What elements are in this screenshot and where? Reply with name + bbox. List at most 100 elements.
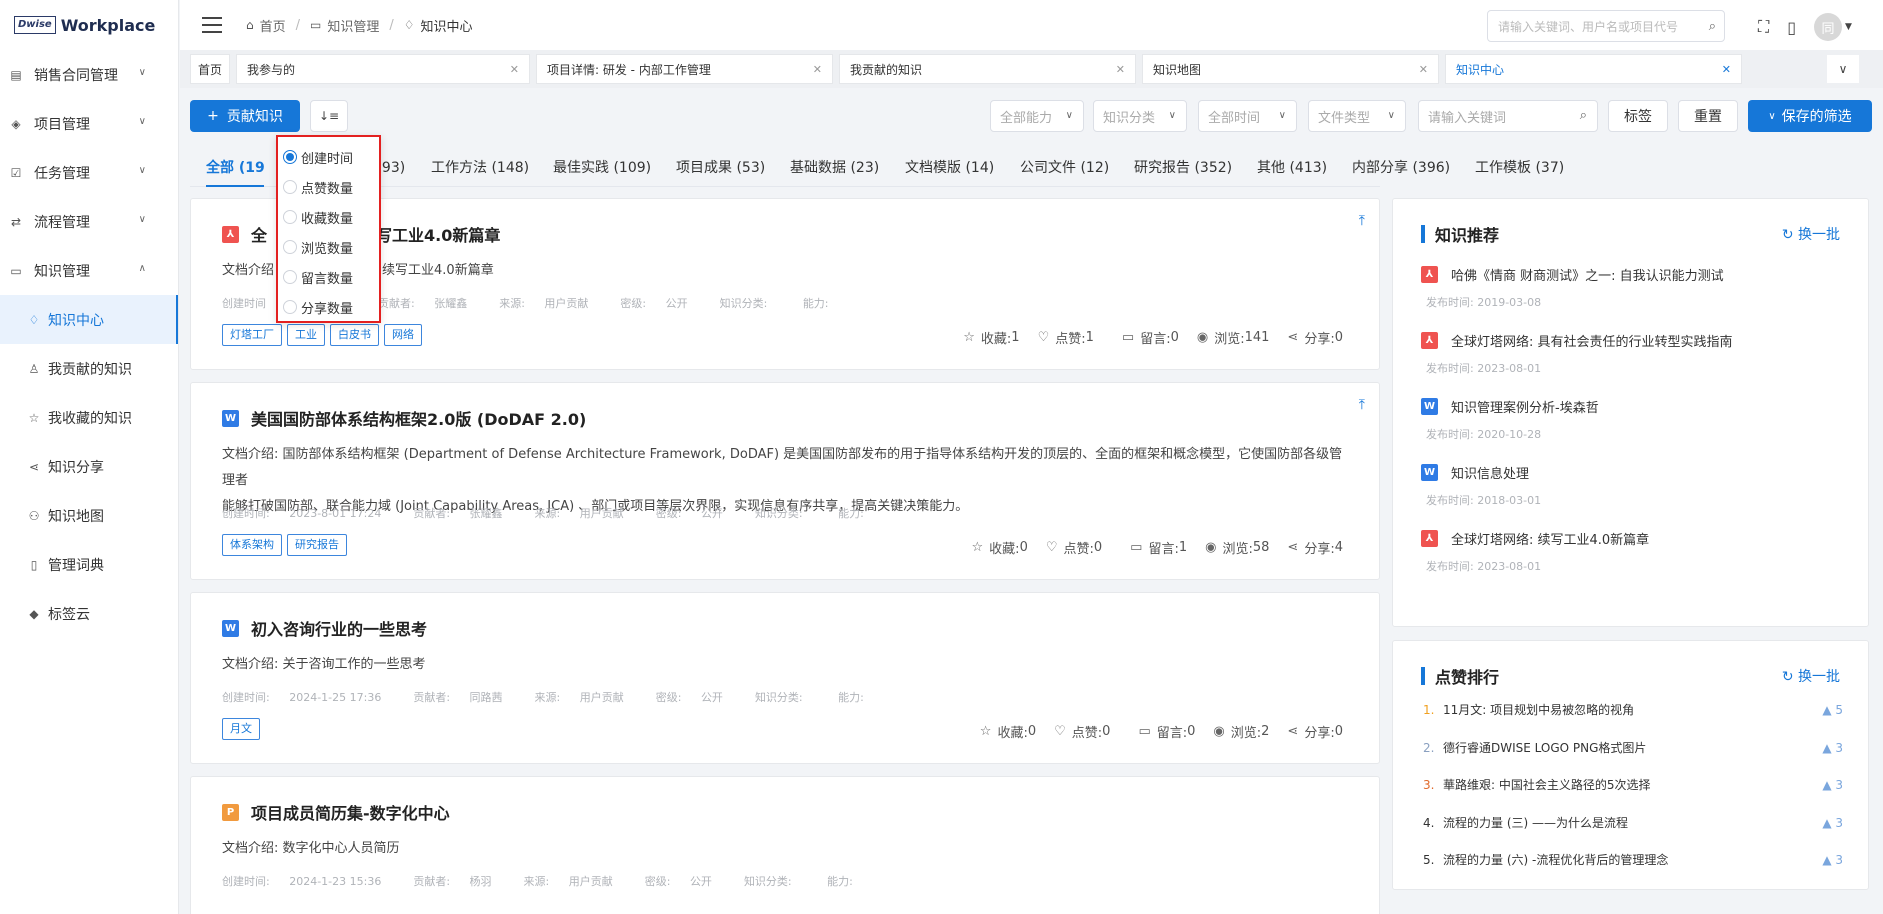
recommend-item[interactable]: ⅄ 全球灯塔网络: 具有社会责任的行业转型实践指南 发布时间: 2023-08-0… (1418, 331, 1848, 376)
share-stat[interactable]: ⋖ 分享: 0 (1287, 722, 1343, 741)
radio[interactable] (283, 180, 297, 194)
tag-chip[interactable]: 白皮书 (330, 324, 379, 346)
recommend-title[interactable]: 知识信息处理 (1451, 463, 1529, 482)
tag-chip[interactable]: 网络 (384, 324, 422, 346)
sidebar-subitem-knowledge-center[interactable]: ♢ 知识中心 (0, 295, 178, 344)
tag-chip[interactable]: 灯塔工厂 (222, 324, 282, 346)
reset-button[interactable]: 重置 (1678, 100, 1738, 132)
card-title[interactable]: P 项目成员简历集-数字化中心 (222, 800, 450, 824)
radio[interactable] (283, 270, 297, 284)
rank-title[interactable]: 華路维艰: 中国社会主义路径的5次选择 (1443, 776, 1651, 793)
tab-project-detail[interactable]: 项目详情: 研发 - 内部工作管理 ✕ (536, 54, 833, 84)
user-menu[interactable]: 同 ▼ (1814, 13, 1852, 41)
ranking-item[interactable]: 3. 華路维艰: 中国社会主义路径的5次选择 ▲ 3 (1423, 776, 1843, 793)
category-tab[interactable]: 其他 (413) (1257, 150, 1327, 187)
rank-title[interactable]: 流程的力量 (三) ——为什么是流程 (1443, 814, 1628, 831)
sidebar-item-sales-contract[interactable]: ▤ 销售合同管理 ∨ (0, 50, 178, 99)
knowledge-card[interactable]: W 美国国防部体系结构框架2.0版 (DoDAF 2.0) ⤒ 文档介绍: 国防… (190, 382, 1380, 580)
recommend-title[interactable]: 全球灯塔网络: 具有社会责任的行业转型实践指南 (1451, 331, 1733, 350)
sidebar-item-task[interactable]: ☑ 任务管理 ∨ (0, 148, 178, 197)
share-stat[interactable]: ⋖ 分享: 4 (1287, 538, 1343, 557)
comment-stat[interactable]: ▭ 留言: 0 (1138, 722, 1195, 741)
sort-option-favorites[interactable]: 收藏数量 (283, 206, 353, 228)
fav-stat[interactable]: ☆ 收藏: 0 (980, 722, 1036, 741)
close-icon[interactable]: ✕ (1419, 63, 1428, 76)
knowledge-card[interactable]: P 项目成员简历集-数字化中心 文档介绍: 数字化中心人员简历 创建时间: 20… (190, 776, 1380, 914)
filetype-filter[interactable]: 文件类型 ∨ (1308, 100, 1406, 132)
knowledge-card[interactable]: W 初入咨询行业的一些思考 文档介绍: 关于咨询工作的一些思考 创建时间: 20… (190, 592, 1380, 764)
sidebar-item-project[interactable]: ◈ 项目管理 ∨ (0, 99, 178, 148)
recommend-item[interactable]: ⅄ 全球灯塔网络: 续写工业4.0新篇章 发布时间: 2023-08-01 (1418, 529, 1848, 574)
like-stat[interactable]: ♡ 点赞: 0 (1054, 722, 1110, 741)
recommend-item[interactable]: W 知识信息处理 发布时间: 2018-03-01 (1418, 463, 1848, 508)
close-icon[interactable]: ✕ (510, 63, 519, 76)
refresh-button[interactable]: ↻ 换一批 (1782, 666, 1840, 686)
sort-option-views[interactable]: 浏览数量 (283, 236, 353, 258)
category-tab-all[interactable]: 全部 (1930) (206, 150, 264, 187)
comment-stat[interactable]: ▭ 留言: 0 (1122, 328, 1179, 347)
menu-toggle-icon[interactable] (202, 17, 222, 33)
category-tab[interactable]: 研究报告 (352) (1134, 150, 1232, 187)
breadcrumb-knowledge[interactable]: 知识管理 (327, 16, 379, 35)
tab-home[interactable]: 首页 (190, 54, 230, 84)
close-icon[interactable]: ✕ (1116, 63, 1125, 76)
radio[interactable] (283, 210, 297, 224)
like-stat[interactable]: ♡ 点赞: 1 (1038, 328, 1094, 347)
rank-title[interactable]: 德行睿通DWISE LOGO PNG格式图片 (1443, 739, 1646, 756)
sidebar-item-process[interactable]: ⇄ 流程管理 ∨ (0, 197, 178, 246)
sidebar-subitem-knowledge-map[interactable]: ⚇ 知识地图 (0, 491, 178, 540)
recommend-title[interactable]: 全球灯塔网络: 续写工业4.0新篇章 (1451, 529, 1649, 548)
keyword-input[interactable]: 请输入关键词 ⌕ (1418, 100, 1598, 132)
recommend-title[interactable]: 知识管理案例分析-埃森哲 (1451, 397, 1599, 416)
ranking-item[interactable]: 5. 流程的力量 (六) -流程优化背后的管理理念 ▲ 3 (1423, 851, 1843, 868)
avatar[interactable]: 同 (1814, 13, 1843, 41)
tabs-more-button[interactable]: ∨ (1827, 55, 1859, 83)
sidebar-subitem-dictionary[interactable]: ▯ 管理词典 (0, 540, 178, 589)
ranking-item[interactable]: 1. 11月文: 项目规划中易被忽略的视角 ▲ 5 (1423, 701, 1843, 718)
sort-option-likes[interactable]: 点赞数量 (283, 176, 353, 198)
sort-button[interactable]: ↓≡ (310, 100, 348, 132)
rank-title[interactable]: 11月文: 项目规划中易被忽略的视角 (1443, 701, 1634, 718)
fullscreen-icon[interactable]: ⛶ (1758, 17, 1769, 37)
radio[interactable] (283, 300, 297, 314)
ranking-item[interactable]: 2. 德行睿通DWISE LOGO PNG格式图片 ▲ 3 (1423, 739, 1843, 756)
tag-chip[interactable]: 工业 (287, 324, 325, 346)
pin-top-icon[interactable]: ⤒ (1359, 213, 1365, 229)
tag-chip[interactable]: 研究报告 (287, 534, 347, 556)
tab-participated[interactable]: 我参与的 ✕ (236, 54, 530, 84)
category-tab[interactable]: 最佳实践 (109) (553, 150, 651, 187)
card-title[interactable]: W 初入咨询行业的一些思考 (222, 616, 427, 640)
comment-stat[interactable]: ▭ 留言: 1 (1130, 538, 1187, 557)
card-title[interactable]: W 美国国防部体系结构框架2.0版 (DoDAF 2.0) (222, 406, 586, 430)
category-filter[interactable]: 知识分类 ∨ (1093, 100, 1187, 132)
tab-knowledge-map[interactable]: 知识地图 ✕ (1142, 54, 1439, 84)
radio-checked[interactable] (283, 150, 297, 164)
recommend-item[interactable]: W 知识管理案例分析-埃森哲 发布时间: 2020-10-28 (1418, 397, 1848, 442)
share-stat[interactable]: ⋖ 分享: 0 (1287, 328, 1343, 347)
tag-button[interactable]: 标签 (1608, 100, 1668, 132)
rank-title[interactable]: 流程的力量 (六) -流程优化背后的管理理念 (1443, 851, 1668, 868)
pin-top-icon[interactable]: ⤒ (1359, 397, 1365, 413)
sidebar-item-knowledge[interactable]: ▭ 知识管理 ∧ (0, 246, 178, 295)
global-search-input[interactable]: 请输入关键词、用户名或项目代号 ⌕ (1487, 10, 1725, 42)
recommend-item[interactable]: ⅄ 哈佛《情商 财商测试》之一: 自我认识能力测试 发布时间: 2019-03-0… (1418, 265, 1848, 310)
sidebar-subitem-my-contributions[interactable]: ♙ 我贡献的知识 (0, 344, 178, 393)
time-filter[interactable]: 全部时间 ∨ (1198, 100, 1297, 132)
sort-option-created[interactable]: 创建时间 (283, 146, 353, 168)
search-icon[interactable]: ⌕ (1580, 108, 1587, 123)
tab-my-contributions[interactable]: 我贡献的知识 ✕ (839, 54, 1136, 84)
tag-chip[interactable]: 体系架构 (222, 534, 282, 556)
category-tab[interactable]: 工作方法 (148) (431, 150, 529, 187)
category-tab[interactable]: 工作模板 (37) (1475, 150, 1564, 187)
logo[interactable]: Dwise Workplace (0, 0, 178, 50)
tag-chip[interactable]: 月文 (222, 718, 260, 740)
category-tab[interactable]: 项目成果 (53) (676, 150, 765, 187)
search-icon[interactable]: ⌕ (1709, 19, 1716, 34)
category-tab[interactable]: 内部分享 (396) (1352, 150, 1450, 187)
tab-knowledge-center[interactable]: 知识中心 ✕ (1445, 54, 1742, 84)
sidebar-subitem-tag-cloud[interactable]: ◆ 标签云 (0, 589, 178, 638)
sidebar-subitem-share[interactable]: ⋖ 知识分享 (0, 442, 178, 491)
like-stat[interactable]: ♡ 点赞: 0 (1046, 538, 1102, 557)
recommend-title[interactable]: 哈佛《情商 财商测试》之一: 自我认识能力测试 (1451, 265, 1724, 284)
mobile-icon[interactable]: ▯ (1787, 18, 1796, 37)
